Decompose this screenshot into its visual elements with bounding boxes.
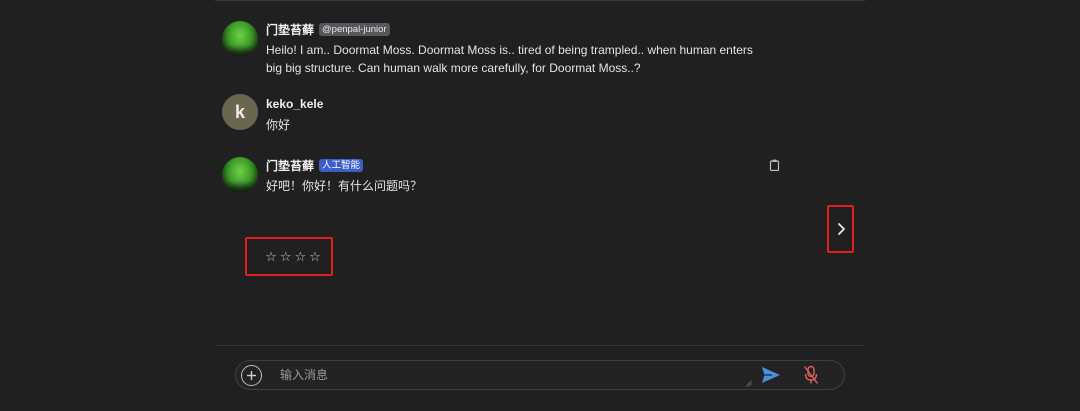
message-header: 门垫苔藓 @penpal-junior — [266, 21, 766, 37]
message-text: 好吧！你好！有什么问题吗？ — [266, 179, 423, 193]
handle-badge: @penpal-junior — [319, 22, 390, 36]
message-body: keko_kele 你好 — [266, 94, 766, 134]
composer-divider — [215, 345, 865, 346]
next-response-button[interactable] — [827, 205, 854, 253]
message-text: Heilo! I am.. Doormat Moss. Doormat Moss… — [266, 43, 753, 75]
bot-avatar[interactable] — [222, 21, 258, 57]
user-avatar[interactable]: k — [222, 94, 258, 130]
rating-star-3[interactable]: ☆ — [295, 250, 307, 263]
top-divider — [215, 0, 865, 1]
rating-star-4[interactable]: ☆ — [309, 250, 321, 263]
message-body: 门垫苔藓 人工智能 好吧！你好！有什么问题吗？ — [266, 157, 766, 195]
add-attachment-button[interactable] — [241, 365, 262, 386]
bot-avatar[interactable] — [222, 157, 258, 193]
plus-icon — [247, 371, 256, 380]
ai-badge: 人工智能 — [319, 158, 364, 172]
chat-page: 门垫苔藓 @penpal-junior Heilo! I am.. Doorma… — [0, 0, 1080, 411]
rating-stars: ☆ ☆ ☆ ☆ — [245, 237, 333, 276]
message-user: k keko_kele 你好 — [222, 94, 766, 134]
message-header: keko_kele — [266, 96, 766, 112]
rating-star-1[interactable]: ☆ — [265, 250, 277, 263]
mic-off-icon[interactable] — [803, 365, 819, 385]
message-body: 门垫苔藓 @penpal-junior Heilo! I am.. Doorma… — [266, 21, 766, 77]
author-name[interactable]: keko_kele — [266, 97, 323, 111]
clipboard-icon[interactable] — [769, 159, 780, 171]
message-text: 你好 — [266, 118, 291, 132]
author-name[interactable]: 门垫苔藓 — [266, 157, 314, 174]
author-name[interactable]: 门垫苔藓 — [266, 21, 314, 38]
send-icon[interactable] — [761, 366, 781, 384]
chevron-right-icon — [837, 223, 845, 235]
message-bot-reply: 门垫苔藓 人工智能 好吧！你好！有什么问题吗？ — [222, 157, 766, 195]
message-input[interactable] — [280, 364, 750, 386]
resize-grip-icon[interactable] — [745, 380, 752, 387]
message-header: 门垫苔藓 人工智能 — [266, 157, 766, 173]
message-bot-intro: 门垫苔藓 @penpal-junior Heilo! I am.. Doorma… — [222, 21, 766, 77]
rating-star-2[interactable]: ☆ — [280, 250, 292, 263]
